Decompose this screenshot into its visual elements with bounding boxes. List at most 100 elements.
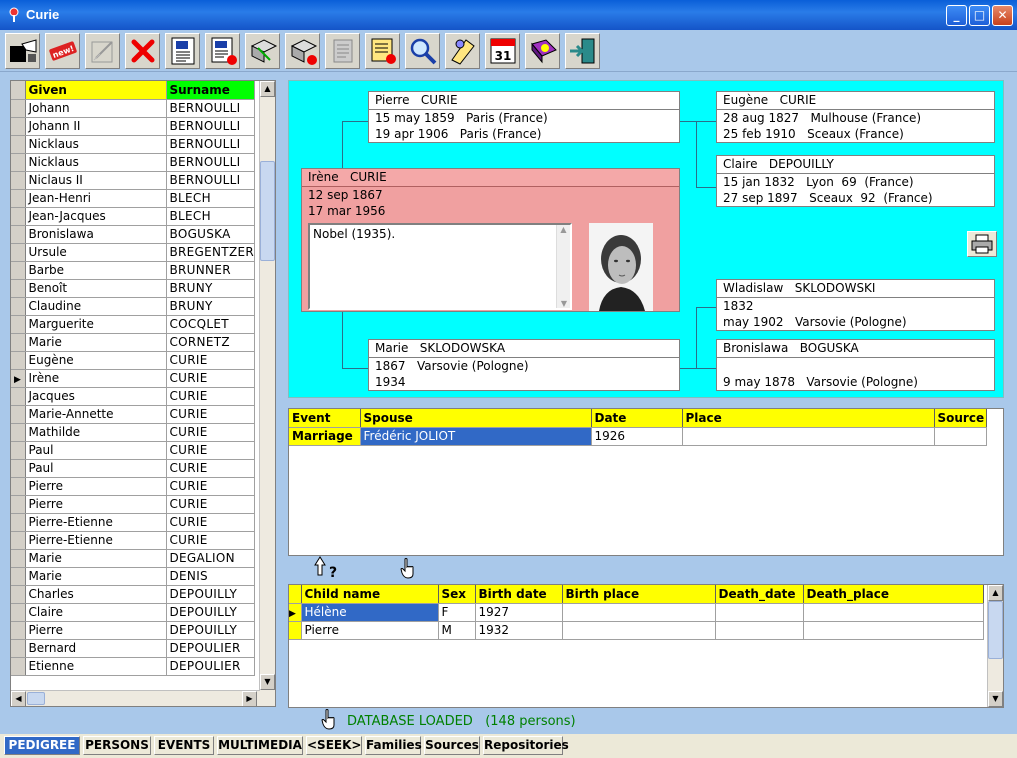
scroll-thumb[interactable] [988,601,1003,659]
scroll-thumb[interactable] [260,161,275,261]
toolbar-connect-button[interactable] [5,33,40,69]
surname-cell[interactable]: DEPOUILLY [166,603,255,622]
toolbar-help-button[interactable] [525,33,560,69]
person-row[interactable]: Pierre-Etienne CURIE [11,531,255,550]
child-birth-date-cell[interactable]: 1927 [475,603,563,622]
given-name-cell[interactable]: Claudine [25,297,167,316]
toolbar-edit-button[interactable] [85,33,120,69]
surname-cell[interactable]: DEPOUILLY [166,585,255,604]
surname-cell[interactable]: BREGENTZER [166,243,255,262]
event-place-cell[interactable] [682,427,935,446]
surname-cell[interactable]: CURIE [166,405,255,424]
tab-pedigree[interactable]: PEDIGREE [4,736,80,755]
surname-cell[interactable]: DEGALION [166,549,255,568]
tab-repositories[interactable]: Repositories [483,736,569,755]
death-place-column-header[interactable]: Death_place [803,585,984,604]
surname-cell[interactable]: CURIE [166,351,255,370]
horizontal-scroll-thumb[interactable] [27,692,45,705]
given-name-cell[interactable]: Marguerite [25,315,167,334]
given-name-cell[interactable]: Nicklaus [25,153,167,172]
surname-cell[interactable]: CURIE [166,495,255,514]
place-column-header[interactable]: Place [682,409,935,428]
person-row[interactable]: Paul CURIE [11,441,255,460]
surname-cell[interactable]: BERNOULLI [166,117,255,136]
given-name-cell[interactable]: Marie [25,549,167,568]
person-row[interactable]: Jean-Jacques BLECH [11,207,255,226]
person-row[interactable]: Jacques CURIE [11,387,255,406]
person-list-horizontal-scrollbar[interactable]: ◀ ▶ [11,690,260,706]
toolbar-report-button[interactable] [365,33,400,69]
given-name-cell[interactable]: Pierre [25,621,167,640]
surname-cell[interactable]: CURIE [166,423,255,442]
given-name-cell[interactable]: Johann II [25,117,167,136]
child-row[interactable]: ▶ Hélène F 1927 [289,603,984,622]
close-button[interactable]: ✕ [992,5,1013,26]
surname-cell[interactable]: BLECH [166,207,255,226]
event-row[interactable]: Marriage Frédéric JOLIOT 1926 [289,427,987,446]
birth-place-column-header[interactable]: Birth place [562,585,716,604]
child-name-cell[interactable]: Hélène [301,603,439,622]
surname-cell[interactable]: COCQLET [166,315,255,334]
child-death-place-cell[interactable] [803,603,984,622]
person-row[interactable]: Charles DEPOUILLY [11,585,255,604]
given-name-cell[interactable]: Johann [25,99,167,118]
date-column-header[interactable]: Date [591,409,683,428]
sex-column-header[interactable]: Sex [438,585,476,604]
toolbar-calendar-button[interactable]: 31 [485,33,520,69]
event-type-cell[interactable]: Marriage [289,427,361,446]
surname-cell[interactable]: CURIE [166,369,255,388]
surname-cell[interactable]: BERNOULLI [166,153,255,172]
subject-notes[interactable]: Nobel (1935). ▲ ▼ [308,223,572,310]
maternal-grandfather-box[interactable]: Wladislaw SKLODOWSKI 1832 may 1902 Varso… [716,279,995,331]
toolbar-new-button[interactable]: new! [45,33,80,69]
surname-cell[interactable]: CURIE [166,387,255,406]
person-row[interactable]: ▶ Irène CURIE [11,369,255,388]
tab-sources[interactable]: Sources [424,736,480,755]
person-row[interactable]: Eugène CURIE [11,351,255,370]
person-row[interactable]: Johann II BERNOULLI [11,117,255,136]
person-row[interactable]: Jean-Henri BLECH [11,189,255,208]
maternal-grandmother-box[interactable]: Bronislawa BOGUSKA 9 may 1878 Varsovie (… [716,339,995,391]
person-row[interactable]: Pierre DEPOUILLY [11,621,255,640]
tab-events[interactable]: EVENTS [154,736,214,755]
tab-seek[interactable]: <SEEK> [306,736,362,755]
person-row[interactable]: Mathilde CURIE [11,423,255,442]
toolbar-search-button[interactable] [405,33,440,69]
person-row[interactable]: Benoît BRUNY [11,279,255,298]
child-sex-cell[interactable]: M [438,621,476,640]
person-row[interactable]: Pierre CURIE [11,495,255,514]
event-date-cell[interactable]: 1926 [591,427,683,446]
given-name-cell[interactable]: Paul [25,441,167,460]
surname-cell[interactable]: DENIS [166,567,255,586]
given-name-cell[interactable]: Charles [25,585,167,604]
surname-cell[interactable]: DEPOULIER [166,657,255,676]
given-name-cell[interactable]: Bernard [25,639,167,658]
toolbar-notes-button[interactable] [445,33,480,69]
surname-cell[interactable]: BERNOULLI [166,135,255,154]
children-vertical-scrollbar[interactable]: ▲ ▼ [987,585,1003,707]
child-death-date-cell[interactable] [715,621,804,640]
child-birth-place-cell[interactable] [562,621,716,640]
subject-person-box[interactable]: Irène CURIE 12 sep 1867 17 mar 1956 Nobe… [301,168,680,312]
toolbar-export-delete-button[interactable] [285,33,320,69]
surname-cell[interactable]: BERNOULLI [166,99,255,118]
surname-cell[interactable]: CURIE [166,459,255,478]
given-name-cell[interactable]: Pierre [25,495,167,514]
toolbar-export-button[interactable] [245,33,280,69]
given-name-cell[interactable]: Pierre-Etienne [25,531,167,550]
surname-column-header[interactable]: Surname [166,81,255,100]
event-source-cell[interactable] [934,427,987,446]
given-name-cell[interactable]: Mathilde [25,423,167,442]
surname-cell[interactable]: CURIE [166,531,255,550]
father-box[interactable]: Pierre CURIE 15 may 1859 Paris (France) … [368,91,680,143]
child-name-column-header[interactable]: Child name [301,585,439,604]
toolbar-exit-button[interactable] [565,33,600,69]
given-name-cell[interactable]: Ursule [25,243,167,262]
toolbar-text-red-button[interactable] [205,33,240,69]
person-row[interactable]: Nicklaus BERNOULLI [11,135,255,154]
person-row[interactable]: Nicklaus BERNOULLI [11,153,255,172]
scroll-right-arrow[interactable]: ▶ [242,691,257,706]
surname-cell[interactable]: DEPOULIER [166,639,255,658]
scroll-down-arrow[interactable]: ▼ [260,674,275,690]
toolbar-scroll-button[interactable] [325,33,360,69]
